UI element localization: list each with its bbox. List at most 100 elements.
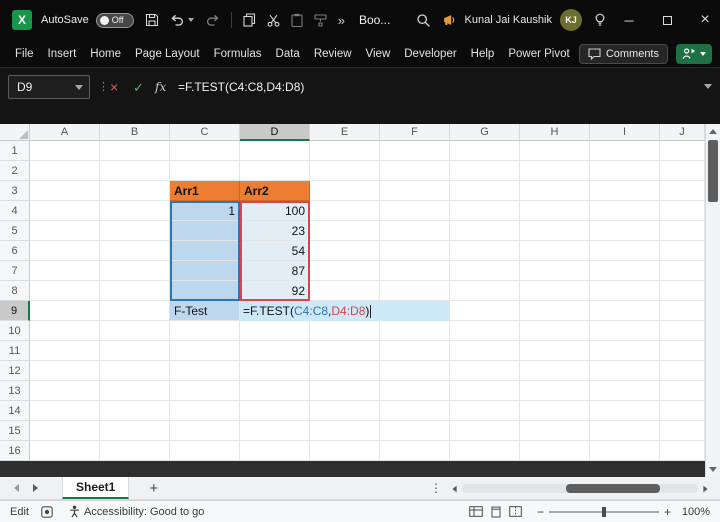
cell-F2[interactable] xyxy=(380,161,450,181)
cell-G9[interactable] xyxy=(450,301,520,321)
row-header-6[interactable]: 6 xyxy=(0,241,30,261)
cell-I8[interactable] xyxy=(590,281,660,301)
scroll-up-icon[interactable] xyxy=(709,129,717,134)
paste-icon[interactable] xyxy=(291,13,303,27)
sheet-nav-next-icon[interactable] xyxy=(33,484,38,492)
cell-F11[interactable] xyxy=(380,341,450,361)
row-header-12[interactable]: 12 xyxy=(0,361,30,381)
cell-D2[interactable] xyxy=(240,161,310,181)
cell-C1[interactable] xyxy=(170,141,240,161)
cell-D12[interactable] xyxy=(240,361,310,381)
cell-A15[interactable] xyxy=(30,421,100,441)
cell-H9[interactable] xyxy=(520,301,590,321)
name-box[interactable]: D9 xyxy=(8,75,90,99)
cell-D3[interactable]: Arr2 xyxy=(240,181,310,201)
row-header-7[interactable]: 7 xyxy=(0,261,30,281)
cell-D10[interactable] xyxy=(240,321,310,341)
cell-I13[interactable] xyxy=(590,381,660,401)
vertical-scrollbar[interactable] xyxy=(705,124,720,477)
cell-G15[interactable] xyxy=(450,421,520,441)
cell-F15[interactable] xyxy=(380,421,450,441)
more-commands-icon[interactable]: » xyxy=(338,13,345,28)
cell-I16[interactable] xyxy=(590,441,660,461)
share-button[interactable] xyxy=(676,44,712,64)
zoom-in-button[interactable]: + xyxy=(659,505,676,519)
cell-H15[interactable] xyxy=(520,421,590,441)
cell-A4[interactable] xyxy=(30,201,100,221)
cell-F14[interactable] xyxy=(380,401,450,421)
menu-page-layout[interactable]: Page Layout xyxy=(128,40,207,67)
cell-D13[interactable] xyxy=(240,381,310,401)
cell-F7[interactable] xyxy=(380,261,450,281)
user-name[interactable]: Kunal Jai Kaushik xyxy=(465,14,552,26)
cell-H12[interactable] xyxy=(520,361,590,381)
row-header-14[interactable]: 14 xyxy=(0,401,30,421)
cell-J12[interactable] xyxy=(660,361,705,381)
cell-J6[interactable] xyxy=(660,241,705,261)
cell-E8[interactable] xyxy=(310,281,380,301)
zoom-slider[interactable] xyxy=(549,511,659,513)
horizontal-scroll-track[interactable] xyxy=(462,484,698,493)
cell-I4[interactable] xyxy=(590,201,660,221)
row-header-13[interactable]: 13 xyxy=(0,381,30,401)
cell-E12[interactable] xyxy=(310,361,380,381)
cell-F3[interactable] xyxy=(380,181,450,201)
cell-B12[interactable] xyxy=(100,361,170,381)
normal-view-icon[interactable] xyxy=(469,506,483,517)
row-header-1[interactable]: 1 xyxy=(0,141,30,161)
cell-H3[interactable] xyxy=(520,181,590,201)
megaphone-icon[interactable] xyxy=(443,14,457,26)
row-header-2[interactable]: 2 xyxy=(0,161,30,181)
column-header-J[interactable]: J xyxy=(660,124,705,141)
cell-G13[interactable] xyxy=(450,381,520,401)
cell-J16[interactable] xyxy=(660,441,705,461)
cell-A8[interactable] xyxy=(30,281,100,301)
accessibility-status[interactable]: Accessibility: Good to go xyxy=(84,506,204,518)
cell-A10[interactable] xyxy=(30,321,100,341)
menu-review[interactable]: Review xyxy=(307,40,359,67)
cell-H6[interactable] xyxy=(520,241,590,261)
cell-G11[interactable] xyxy=(450,341,520,361)
cell-A12[interactable] xyxy=(30,361,100,381)
cell-D14[interactable] xyxy=(240,401,310,421)
vertical-scroll-thumb[interactable] xyxy=(708,140,718,202)
column-header-E[interactable]: E xyxy=(310,124,380,141)
cell-J11[interactable] xyxy=(660,341,705,361)
format-painter-icon[interactable] xyxy=(314,14,327,27)
cell-F16[interactable] xyxy=(380,441,450,461)
cell-C9[interactable]: F-Test xyxy=(170,301,240,321)
cell-E4[interactable] xyxy=(310,201,380,221)
row-header-3[interactable]: 3 xyxy=(0,181,30,201)
cell-A1[interactable] xyxy=(30,141,100,161)
horizontal-scrollbar[interactable] xyxy=(452,477,708,500)
cell-B15[interactable] xyxy=(100,421,170,441)
cell-J8[interactable] xyxy=(660,281,705,301)
cell-G14[interactable] xyxy=(450,401,520,421)
menu-file[interactable]: File xyxy=(8,40,41,67)
cell-C12[interactable] xyxy=(170,361,240,381)
cell-J9[interactable] xyxy=(660,301,705,321)
formula-input[interactable]: =F.TEST(C4:C8,D4:D8) xyxy=(178,80,304,94)
row-header-11[interactable]: 11 xyxy=(0,341,30,361)
cell-I14[interactable] xyxy=(590,401,660,421)
cell-I9[interactable] xyxy=(590,301,660,321)
copy-icon[interactable] xyxy=(243,13,256,27)
cell-E5[interactable] xyxy=(310,221,380,241)
menu-formulas[interactable]: Formulas xyxy=(207,40,269,67)
cell-F1[interactable] xyxy=(380,141,450,161)
row-header-16[interactable]: 16 xyxy=(0,441,30,461)
cell-A11[interactable] xyxy=(30,341,100,361)
column-header-B[interactable]: B xyxy=(100,124,170,141)
cut-icon[interactable] xyxy=(267,14,280,27)
column-header-H[interactable]: H xyxy=(520,124,590,141)
cell-F6[interactable] xyxy=(380,241,450,261)
autosave-toggle[interactable]: Off xyxy=(96,13,134,28)
zoom-level[interactable]: 100% xyxy=(676,506,710,518)
cell-E6[interactable] xyxy=(310,241,380,261)
cell-I1[interactable] xyxy=(590,141,660,161)
close-button[interactable]: × xyxy=(690,0,720,40)
cell-A5[interactable] xyxy=(30,221,100,241)
cell-G6[interactable] xyxy=(450,241,520,261)
page-layout-view-icon[interactable] xyxy=(490,506,502,518)
cell-I11[interactable] xyxy=(590,341,660,361)
